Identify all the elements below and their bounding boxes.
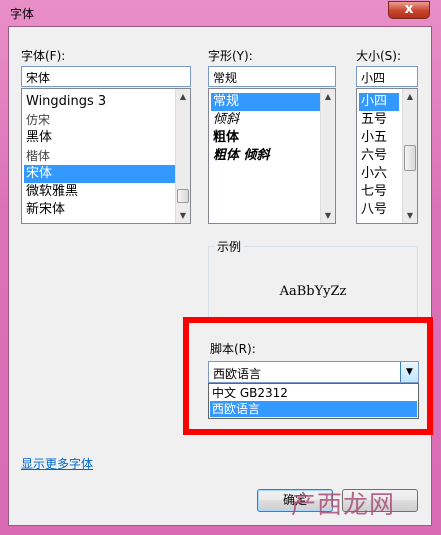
- size-list-scrollbar[interactable]: ▲ ▼: [402, 89, 417, 223]
- style-list-item-selected[interactable]: 常规: [211, 93, 321, 111]
- font-size-input[interactable]: 小四: [356, 66, 418, 87]
- scroll-thumb[interactable]: [177, 189, 189, 203]
- font-list-scrollbar[interactable]: ▲ ▼: [175, 89, 190, 223]
- close-icon: x: [404, 1, 414, 17]
- scroll-up-arrow-icon[interactable]: ▲: [321, 89, 335, 104]
- font-list-item[interactable]: 仿宋: [24, 111, 176, 129]
- sample-label: 示例: [214, 238, 245, 255]
- style-list-item[interactable]: 粗体 倾斜: [211, 147, 321, 165]
- font-name-input[interactable]: 宋体: [21, 66, 191, 87]
- window-title: 字体: [10, 7, 35, 21]
- watermark-text: 产西龙网: [291, 490, 396, 519]
- show-more-fonts-link[interactable]: 显示更多字体: [21, 455, 93, 472]
- font-style-input[interactable]: 常规: [208, 66, 336, 87]
- scroll-down-arrow-icon[interactable]: ▼: [321, 208, 335, 223]
- font-list-item-selected[interactable]: 宋体: [24, 165, 176, 183]
- size-list-item[interactable]: 八号: [359, 201, 399, 219]
- title-bar[interactable]: 字体 x: [0, 0, 441, 26]
- font-list-item[interactable]: 微软雅黑: [24, 183, 176, 201]
- scroll-down-arrow-icon[interactable]: ▼: [403, 208, 417, 223]
- highlight-box: [183, 317, 433, 435]
- style-list-item[interactable]: 粗体: [211, 129, 321, 147]
- scroll-thumb[interactable]: [404, 145, 416, 171]
- font-size-listbox[interactable]: 小四 五号 小五 六号 小六 七号 八号 ▲ ▼: [356, 88, 418, 224]
- font-list-item[interactable]: Wingdings 3: [24, 93, 176, 111]
- font-list-item[interactable]: 新宋体: [24, 201, 176, 219]
- size-list-item[interactable]: 小五: [359, 129, 399, 147]
- size-list-item[interactable]: 六号: [359, 147, 399, 165]
- size-list-item-selected[interactable]: 小四: [359, 93, 399, 111]
- dialog-body: 字体(F): 宋体 Wingdings 3 仿宋 黑体 楷体 宋体 微软雅黑 新…: [8, 26, 433, 526]
- font-dialog-window: 字体 x 字体(F): 宋体 Wingdings 3 仿宋 黑体 楷体 宋体 微…: [0, 0, 441, 535]
- font-list-item[interactable]: 黑体: [24, 129, 176, 147]
- style-label: 字形(Y):: [208, 49, 253, 63]
- font-listbox[interactable]: Wingdings 3 仿宋 黑体 楷体 宋体 微软雅黑 新宋体 ▲ ▼: [21, 88, 191, 224]
- size-list-item[interactable]: 五号: [359, 111, 399, 129]
- sample-preview-text: AaBbYyZz: [279, 284, 347, 299]
- font-label: 字体(F):: [21, 49, 66, 63]
- style-list-item[interactable]: 倾斜: [211, 111, 321, 129]
- sample-groupbox: [208, 246, 418, 318]
- font-list-item[interactable]: 楷体: [24, 147, 176, 165]
- style-list-scrollbar[interactable]: ▲ ▼: [320, 89, 335, 223]
- close-button[interactable]: x: [388, 1, 430, 19]
- scroll-up-arrow-icon[interactable]: ▲: [176, 89, 190, 104]
- scroll-down-arrow-icon[interactable]: ▼: [176, 208, 190, 223]
- font-style-listbox[interactable]: 常规 倾斜 粗体 粗体 倾斜 ▲ ▼: [208, 88, 336, 224]
- size-list-item[interactable]: 七号: [359, 183, 399, 201]
- scroll-up-arrow-icon[interactable]: ▲: [403, 89, 417, 104]
- size-list-item[interactable]: 小六: [359, 165, 399, 183]
- size-label: 大小(S):: [356, 49, 402, 63]
